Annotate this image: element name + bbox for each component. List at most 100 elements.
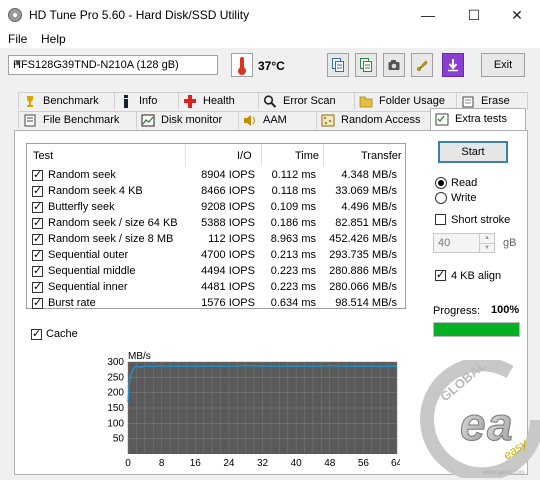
tab-error-scan[interactable]: Error Scan <box>258 92 354 110</box>
x-tick-label: 40 <box>291 458 303 469</box>
tab-label: Erase <box>481 95 510 107</box>
maximize-button[interactable]: ☐ <box>451 0 497 30</box>
menu-bar: File Help <box>0 30 540 48</box>
x-tick-label: 0 <box>125 458 131 469</box>
cache-checkbox[interactable] <box>31 327 42 340</box>
save-button[interactable] <box>442 53 464 77</box>
tab-extra-tests[interactable]: Extra tests <box>430 108 526 131</box>
menu-help[interactable]: Help <box>41 32 66 46</box>
test-name: Random seek 4 KB <box>48 185 143 197</box>
test-time: 0.186 ms <box>270 217 316 229</box>
test-time: 0.213 ms <box>270 249 316 261</box>
test-checkbox[interactable] <box>32 280 43 293</box>
tab-label: AAM <box>263 114 287 126</box>
test-name: Butterfly seek <box>48 201 115 213</box>
test-time: 8.963 ms <box>270 233 316 245</box>
y-axis-label: MB/s <box>128 351 151 362</box>
extra-tests-icon <box>435 113 449 126</box>
test-transfer: 4.348 MB/s <box>341 169 397 181</box>
short-stroke-checkbox[interactable] <box>435 214 446 225</box>
table-row: Sequential inner 4481 IOPS 0.223 ms 280.066… <box>27 280 405 296</box>
column-header-io: I/O <box>237 150 252 162</box>
cache-label: Cache <box>46 328 78 340</box>
progress-fill <box>434 323 519 336</box>
x-tick-label: 32 <box>257 458 269 469</box>
spin-down-icon[interactable]: ▼ <box>479 243 494 253</box>
menu-file[interactable]: File <box>8 32 27 46</box>
info-icon <box>124 95 128 108</box>
table-row: Random seek 8904 IOPS 0.112 ms 4.348 MB/s <box>27 168 405 184</box>
test-checkbox[interactable] <box>32 232 43 245</box>
write-label: Write <box>451 192 477 204</box>
test-checkbox[interactable] <box>32 296 43 309</box>
options-button[interactable] <box>411 53 433 77</box>
progress-bar <box>433 322 520 337</box>
tab-label: Random Access <box>341 114 421 126</box>
test-io: 5388 IOPS <box>201 217 255 229</box>
copy-info-icon <box>332 58 344 72</box>
test-transfer: 33.069 MB/s <box>335 185 397 197</box>
tab-health[interactable]: Health <box>178 92 258 110</box>
speaker-icon <box>244 115 255 126</box>
gecid-watermark-logo: GLOBAL e a easy www.gecid.com <box>420 360 540 478</box>
copy-all-button[interactable] <box>355 53 377 77</box>
test-time: 0.223 ms <box>270 265 316 277</box>
test-name: Burst rate <box>48 297 96 309</box>
test-time: 0.634 ms <box>270 297 316 309</box>
table-row: Random seek / size 64 KB 5388 IOPS 0.186 m… <box>27 216 405 232</box>
test-checkbox[interactable] <box>32 184 43 197</box>
download-arrow-icon <box>448 59 458 72</box>
short-stroke-spinner[interactable]: 40 ▲ ▼ <box>433 233 495 253</box>
table-row: Random seek / size 8 MB 112 IOPS 8.963 ms 4… <box>27 232 405 248</box>
spin-up-icon[interactable]: ▲ <box>479 234 494 243</box>
align-4kb-checkbox[interactable] <box>435 268 446 281</box>
test-checkbox[interactable] <box>32 168 43 181</box>
results-table: Test I/O Time Transfer Random seek 8904 I… <box>26 143 406 309</box>
health-icon <box>184 95 196 108</box>
close-button[interactable]: ✕ <box>494 0 540 30</box>
progress-value: 100% <box>491 304 520 316</box>
svg-text:a: a <box>487 398 513 450</box>
read-radio[interactable] <box>435 177 447 189</box>
x-tick-label: 24 <box>223 458 235 469</box>
column-header-time: Time <box>295 150 320 162</box>
column-header-transfer: Transfer <box>361 150 402 162</box>
screenshot-button[interactable] <box>383 53 405 77</box>
tab-aam[interactable]: AAM <box>238 111 316 129</box>
copy-info-button[interactable] <box>327 53 349 77</box>
x-tick-label: 64MB <box>391 458 400 469</box>
drive-select[interactable]: HFS128G39TND-N210A (128 gB) ▼ <box>8 55 218 75</box>
short-stroke-value: 40 <box>438 237 451 249</box>
write-radio[interactable] <box>435 192 447 204</box>
short-stroke-label: Short stroke <box>451 214 511 226</box>
test-time: 0.223 ms <box>270 281 316 293</box>
progress-label: Progress: <box>433 305 481 317</box>
transfer-graph: 300 250 200 150 100 50 0 8 16 24 32 40 48 56 64MB MB/s <box>107 351 400 469</box>
tab-disk-monitor[interactable]: Disk monitor <box>136 111 238 129</box>
exit-button[interactable]: Exit <box>481 53 525 77</box>
test-io: 4481 IOPS <box>201 281 255 293</box>
test-checkbox[interactable] <box>32 248 43 261</box>
tab-benchmark[interactable]: Benchmark <box>18 92 114 110</box>
copy-all-icon <box>360 58 372 72</box>
tab-file-benchmark[interactable]: File Benchmark <box>18 111 136 129</box>
x-tick-label: 16 <box>190 458 202 469</box>
test-checkbox[interactable] <box>32 216 43 229</box>
test-name: Random seek <box>48 169 116 181</box>
test-transfer: 293.735 MB/s <box>329 249 397 261</box>
minimize-button[interactable]: — <box>405 0 451 30</box>
test-io: 8904 IOPS <box>201 169 255 181</box>
tab-random-access[interactable]: Random Access <box>316 111 430 129</box>
y-tick-label: 250 <box>107 372 124 383</box>
start-button[interactable]: Start <box>438 141 508 163</box>
title-bar: HD Tune Pro 5.60 - Hard Disk/SSD Utility… <box>0 0 540 30</box>
tab-label: Info <box>139 95 158 107</box>
test-transfer: 98.514 MB/s <box>335 297 397 309</box>
test-checkbox[interactable] <box>32 264 43 277</box>
y-tick-label: 100 <box>107 418 124 429</box>
read-label: Read <box>451 177 478 189</box>
tab-label: Error Scan <box>283 95 336 107</box>
tab-info[interactable]: Info <box>114 92 178 110</box>
wrench-icon <box>417 60 428 71</box>
test-checkbox[interactable] <box>32 200 43 213</box>
